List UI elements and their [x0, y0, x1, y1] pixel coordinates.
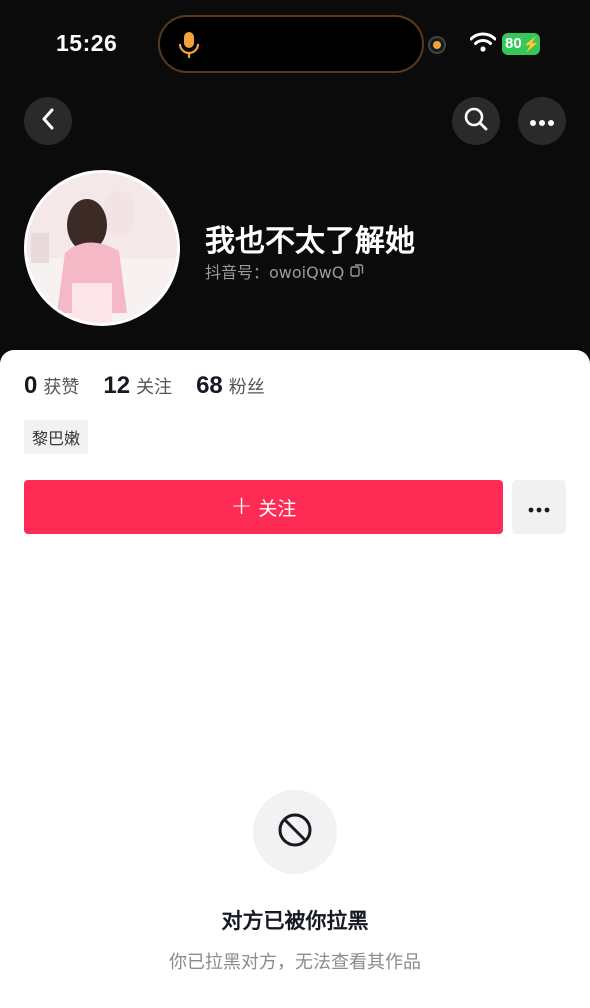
stat-value: 0: [24, 372, 38, 399]
battery-indicator: 80 ⚡: [502, 33, 540, 55]
more-dots-icon: [528, 498, 550, 517]
follow-button[interactable]: + 关注: [24, 480, 503, 534]
stat-value: 68: [196, 372, 223, 399]
stat-label: 粉丝: [228, 377, 265, 398]
avatar-image: [27, 173, 177, 323]
more-dots-icon: [529, 112, 555, 131]
profile-options-button[interactable]: [512, 480, 566, 534]
location-tag: 黎巴嫩: [24, 420, 89, 454]
stat-likes: 0 获赞: [24, 372, 79, 400]
battery-level: 80: [505, 35, 522, 52]
back-arrow-icon: [40, 107, 56, 135]
stat-following[interactable]: 12 关注: [103, 372, 172, 400]
blocked-icon-container: [253, 790, 337, 874]
copy-icon[interactable]: [350, 262, 364, 281]
profile-content-sheet: 0 获赞 12 关注 68 粉丝 黎巴嫩 + 关注 对方已被你拉黑 你已拉黑对方…: [0, 350, 590, 1008]
douyin-id-label: 抖音号：owoiQwQ: [205, 263, 345, 282]
charging-bolt-icon: ⚡: [522, 36, 540, 52]
stat-followers[interactable]: 68 粉丝: [196, 372, 265, 400]
stat-value: 12: [103, 372, 131, 399]
blocked-icon: [277, 812, 313, 852]
blocked-title: 对方已被你拉黑: [221, 909, 369, 933]
douyin-id[interactable]: 抖音号：owoiQwQ: [205, 259, 364, 283]
back-button[interactable]: [24, 97, 72, 145]
recording-indicator-icon: [428, 36, 446, 54]
stats-row: 0 获赞 12 关注 68 粉丝: [24, 372, 289, 400]
plus-icon: +: [230, 490, 253, 521]
more-options-button[interactable]: [518, 97, 566, 145]
dynamic-island: [158, 15, 424, 73]
status-time: 15:26: [56, 30, 118, 56]
wifi-icon: [469, 32, 497, 56]
search-button[interactable]: [452, 97, 500, 145]
username: 我也不太了解她: [205, 224, 415, 259]
stat-label: 获赞: [43, 377, 80, 398]
microphone-icon: [178, 31, 200, 63]
blocked-description: 你已拉黑对方，无法查看其作品: [169, 952, 421, 973]
follow-label: 关注: [258, 497, 297, 520]
stat-label: 关注: [136, 377, 173, 398]
search-icon: [463, 106, 489, 136]
avatar[interactable]: [24, 170, 180, 326]
status-bar: 15:26 80 ⚡: [0, 0, 590, 90]
